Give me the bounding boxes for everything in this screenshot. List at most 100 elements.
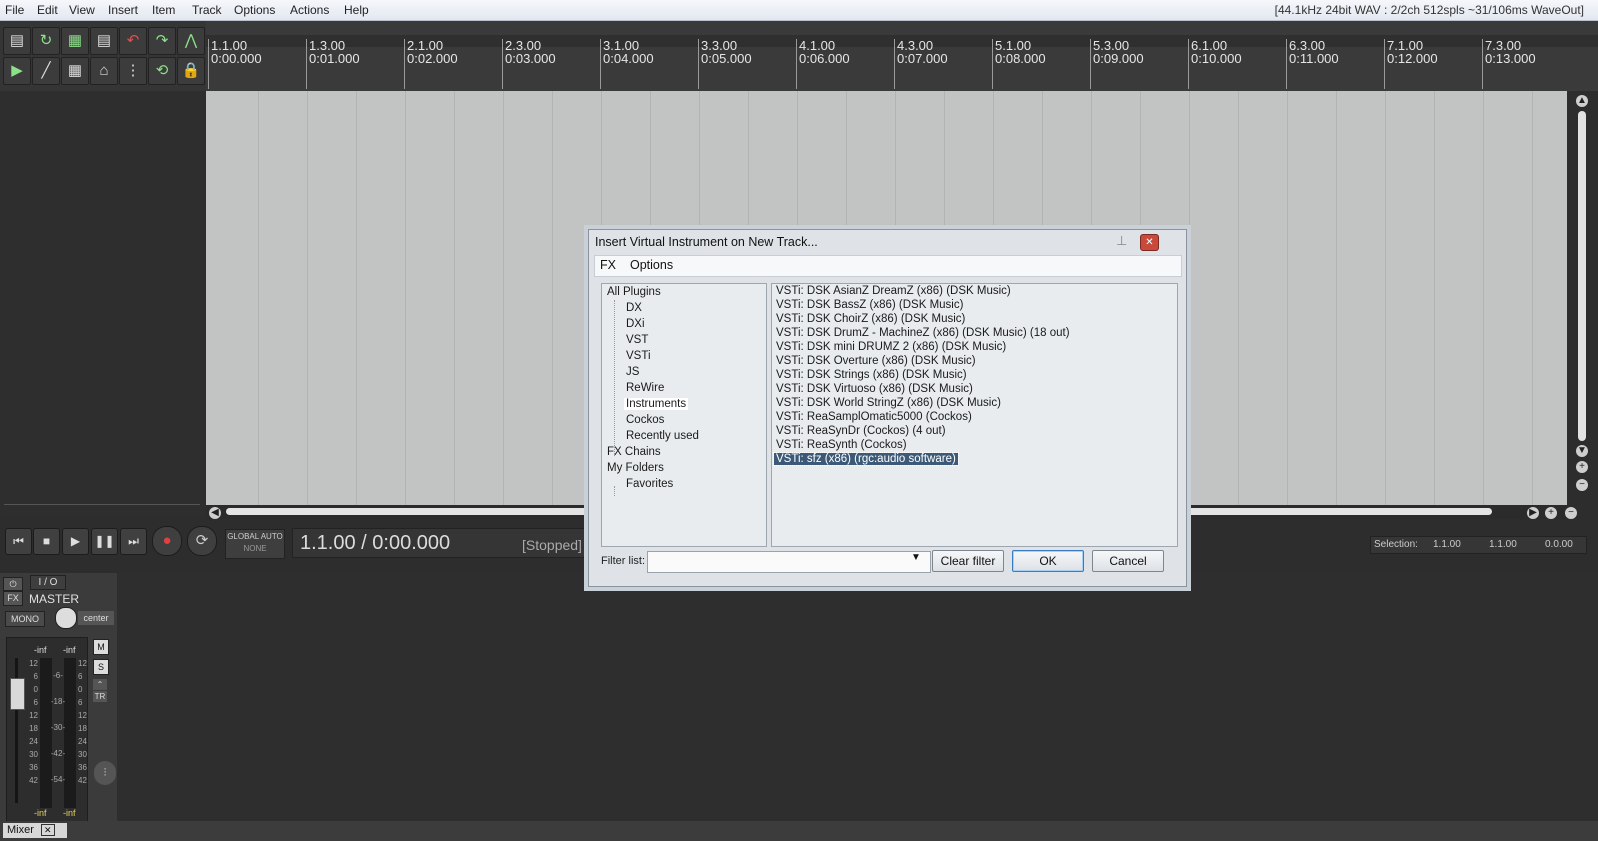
metronome-icon[interactable]: ⋀ — [177, 27, 205, 55]
zoom-in-vertical-icon[interactable]: + — [1576, 461, 1588, 473]
grid-icon[interactable]: ▦ — [61, 57, 89, 85]
zoom-out-horizontal-icon[interactable]: − — [1565, 507, 1577, 519]
menu-edit[interactable]: Edit — [37, 3, 58, 17]
tree-item-rewire[interactable]: ReWire — [626, 382, 664, 394]
zoom-out-vertical-icon[interactable]: − — [1576, 479, 1588, 491]
plugin-list[interactable]: VSTi: DSK AsianZ DreamZ (x86) (DSK Music… — [771, 283, 1178, 547]
tree-item-vst[interactable]: VST — [626, 334, 648, 346]
mixer-options-icon[interactable]: ⫶ — [94, 761, 116, 785]
loop-icon[interactable]: ⟲ — [148, 57, 176, 85]
selection-end[interactable]: 1.1.00 — [1489, 539, 1517, 550]
menu-item[interactable]: Item — [152, 3, 175, 17]
go-to-start-icon[interactable]: ⏮ — [5, 528, 32, 555]
selection-display[interactable]: Selection: 1.1.00 1.1.00 0.0.00 — [1370, 536, 1587, 554]
clear-filter-button[interactable]: Clear filter — [932, 550, 1004, 572]
project-settings-icon[interactable]: ▤ — [90, 27, 118, 55]
track-control-panel[interactable] — [0, 91, 206, 515]
plugin-item[interactable]: VSTi: ReaSynth (Cockos) — [776, 439, 907, 451]
record-icon[interactable]: ● — [152, 526, 182, 556]
cancel-button[interactable]: Cancel — [1092, 550, 1164, 572]
new-project-icon[interactable]: ▤ — [3, 27, 31, 55]
pause-icon[interactable]: ❚❚ — [91, 528, 118, 555]
tree-item-recently-used[interactable]: Recently used — [626, 430, 699, 442]
filter-input[interactable] — [647, 551, 931, 573]
tree-item-cockos[interactable]: Cockos — [626, 414, 664, 426]
plugin-item[interactable]: VSTi: DSK World StringZ (x86) (DSK Music… — [776, 397, 1001, 409]
mute-button[interactable]: M — [93, 639, 109, 655]
redo-icon[interactable]: ↷ — [148, 27, 176, 55]
plugin-item[interactable]: VSTi: DSK BassZ (x86) (DSK Music) — [776, 299, 963, 311]
menu-help[interactable]: Help — [344, 3, 369, 17]
stop-icon[interactable]: ■ — [33, 528, 60, 555]
io-button[interactable]: I / O — [30, 575, 66, 590]
plugin-item[interactable]: VSTi: DSK ChoirZ (x86) (DSK Music) — [776, 313, 965, 325]
menu-track[interactable]: Track — [192, 3, 222, 17]
ripple-edit-icon[interactable]: ╱ — [32, 57, 60, 85]
fx-button[interactable]: FX — [3, 591, 23, 606]
zoom-in-horizontal-icon[interactable]: + — [1545, 507, 1557, 519]
plugin-item[interactable]: VSTi: ReaSamplOmatic5000 (Cockos) — [776, 411, 972, 423]
plugin-item[interactable]: VSTi: DSK mini DRUMZ 2 (x86) (DSK Music) — [776, 341, 1006, 353]
vertical-scrollbar[interactable]: ▲ ▼ + − — [1567, 91, 1598, 505]
play-icon[interactable]: ▶ — [62, 528, 89, 555]
master-track-name: MASTER — [29, 592, 80, 606]
global-automation-button[interactable]: GLOBAL AUTO NONE — [225, 529, 285, 559]
dialog-menu-options[interactable]: Options — [630, 258, 673, 272]
selection-length[interactable]: 0.0.00 — [1545, 539, 1573, 550]
envelope-icon[interactable]: ⌃ — [93, 679, 107, 690]
menu-actions[interactable]: Actions — [290, 3, 329, 17]
tree-item-all-plugins[interactable]: All Plugins — [607, 286, 661, 298]
tree-item-dx[interactable]: DX — [626, 302, 642, 314]
selection-start[interactable]: 1.1.00 — [1433, 539, 1461, 550]
close-icon[interactable]: ✕ — [1140, 234, 1159, 251]
menu-insert[interactable]: Insert — [108, 3, 138, 17]
trim-button[interactable]: TR — [93, 691, 107, 702]
scroll-down-icon[interactable]: ▼ — [1576, 445, 1588, 457]
peak-left[interactable]: -inf — [34, 645, 47, 655]
tree-item-my-folders[interactable]: My Folders — [607, 462, 664, 474]
save-project-icon[interactable]: ▦ — [61, 27, 89, 55]
mono-button[interactable]: MONO — [5, 611, 45, 627]
menu-options[interactable]: Options — [234, 3, 275, 17]
plugin-category-tree[interactable]: All Plugins DX DXi VST VSTi JS ReWire In… — [601, 283, 767, 547]
power-icon[interactable]: ⏻ — [3, 577, 23, 591]
plugin-item[interactable]: VSTi: DSK AsianZ DreamZ (x86) (DSK Music… — [776, 285, 1011, 297]
tree-item-vsti[interactable]: VSTi — [626, 350, 651, 362]
crossfade-icon[interactable]: ⋮ — [119, 57, 147, 85]
plugin-item[interactable]: VSTi: DSK Virtuoso (x86) (DSK Music) — [776, 383, 973, 395]
open-project-icon[interactable]: ↻ — [32, 27, 60, 55]
ok-button[interactable]: OK — [1012, 550, 1084, 572]
tree-item-favorites[interactable]: Favorites — [626, 478, 673, 490]
tree-item-instruments[interactable]: Instruments — [624, 398, 689, 410]
undo-icon[interactable]: ↶ — [119, 27, 147, 55]
tree-item-dxi[interactable]: DXi — [626, 318, 645, 330]
mixer-tab[interactable]: Mixer ✕ — [3, 823, 67, 838]
lock-icon[interactable]: 🔒 — [177, 57, 205, 85]
plugin-item[interactable]: VSTi: DSK Overture (x86) (DSK Music) — [776, 355, 976, 367]
filter-dropdown-icon[interactable]: ▼ — [911, 552, 921, 563]
tree-item-fx-chains[interactable]: FX Chains — [607, 446, 661, 458]
solo-button[interactable]: S — [93, 659, 109, 675]
plugin-item-selected[interactable]: VSTi: sfz (x86) (rgc:audio software) — [773, 452, 959, 466]
scroll-left-icon[interactable]: ◀ — [209, 507, 221, 519]
menu-view[interactable]: View — [69, 3, 95, 17]
plugin-item[interactable]: VSTi: ReaSynDr (Cockos) (4 out) — [776, 425, 946, 437]
plugin-item[interactable]: VSTi: DSK Strings (x86) (DSK Music) — [776, 369, 967, 381]
peak-right[interactable]: -inf — [63, 645, 76, 655]
volume-fader[interactable] — [10, 678, 25, 710]
pan-knob[interactable] — [55, 607, 77, 629]
scroll-up-icon[interactable]: ▲ — [1576, 95, 1588, 107]
tree-item-js[interactable]: JS — [626, 366, 639, 378]
plugin-item[interactable]: VSTi: DSK DrumZ - MachineZ (x86) (DSK Mu… — [776, 327, 1070, 339]
close-tab-icon[interactable]: ✕ — [40, 824, 55, 836]
menu-file[interactable]: File — [5, 3, 24, 17]
snap-icon[interactable]: ▶ — [3, 57, 31, 85]
pin-icon[interactable]: ⊥ — [1116, 233, 1127, 249]
scroll-right-icon[interactable]: ▶ — [1527, 507, 1539, 519]
envelope-icon[interactable]: ⌂ — [90, 57, 118, 85]
go-to-end-icon[interactable]: ⏭ — [120, 528, 147, 555]
repeat-icon[interactable]: ⟳ — [187, 526, 217, 556]
dialog-menu-fx[interactable]: FX — [600, 258, 616, 272]
pan-value[interactable]: center — [78, 611, 114, 625]
vertical-scroll-thumb[interactable] — [1578, 111, 1586, 441]
